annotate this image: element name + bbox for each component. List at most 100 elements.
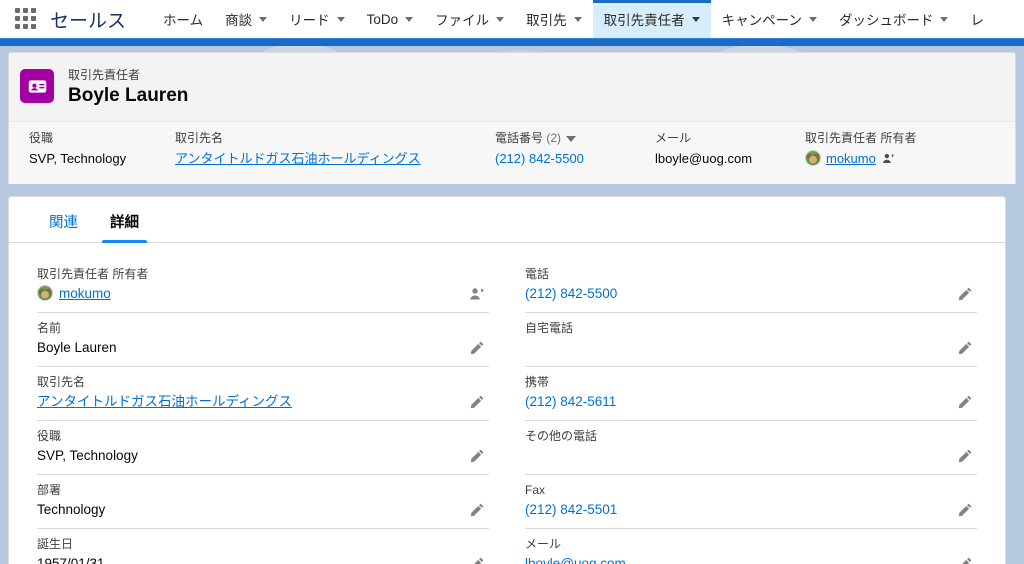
avatar [37,285,53,301]
tab-related[interactable]: 関連 [33,214,94,242]
edit-pencil-icon[interactable] [469,556,487,564]
nav-item-label: 商談 [225,13,253,28]
highlight-field-1: 取引先名アンタイトルドガス石油ホールディングス [175,130,495,183]
detail-field-row: 名前 Boyle Lauren [37,313,489,367]
detail-field-row: 電話 (212) 842-5500 [525,259,977,313]
detail-field-label: 電話 [525,267,550,281]
record-object-label: 取引先責任者 [68,68,141,82]
detail-field-label: Fax [525,483,546,497]
detail-field-label: メール [525,537,562,551]
detail-field-label: 携帯 [525,375,550,389]
chevron-down-icon[interactable] [573,16,582,22]
highlight-value-link[interactable]: (212) 842-5500 [495,151,584,166]
nav-item-label: キャンペーン [721,13,802,28]
nav-item-1[interactable]: 商談 [214,0,278,38]
nav-item-4[interactable]: ファイル [424,0,515,38]
detail-field-value[interactable]: (212) 842-5500 [525,283,943,305]
highlight-field-label: 取引先名 [175,130,495,146]
detail-value-link[interactable]: アンタイトルドガス石油ホールディングス [37,394,292,409]
detail-field-label: 取引先責任者 所有者 [37,267,149,281]
chevron-down-icon[interactable] [496,16,505,22]
tab-detail[interactable]: 詳細 [94,214,155,243]
highlight-field-value[interactable]: mokumo [805,149,1005,170]
highlight-field-2: 電話番号 (2) (212) 842-5500 [495,130,655,183]
global-navigation-bar: セールス ホーム 商談 リード ToDo ファイル 取引先 取引先責任者 キャンペーン ダッシュ… [0,0,1024,38]
edit-pencil-icon[interactable] [957,340,975,358]
highlight-field-label: 取引先責任者 所有者 [805,130,1005,146]
chevron-down-icon[interactable] [259,16,268,22]
chevron-down-icon[interactable] [405,16,414,22]
label-text: メール [655,131,692,145]
detail-value-link[interactable]: (212) 842-5500 [525,286,617,301]
nav-item-label: ホーム [163,13,204,28]
app-launcher-icon[interactable] [12,8,40,30]
chevron-down-icon[interactable] [940,16,949,22]
highlight-field-value: SVP, Technology [29,151,127,166]
edit-pencil-icon[interactable] [957,556,975,564]
edit-pencil-icon[interactable] [469,340,487,358]
detail-field-value: 1957/01/31 [37,556,105,564]
nav-item-label: ダッシュボード [838,13,934,28]
edit-pencil-icon[interactable] [957,448,975,466]
highlight-field-4: 取引先責任者 所有者 mokumo [805,130,1005,183]
nav-item-3[interactable]: ToDo [356,0,425,38]
highlight-field-label: 役職 [29,130,175,146]
highlight-field-0: 役職 SVP, Technology [29,130,175,183]
nav-item-8[interactable]: ダッシュボード [828,0,960,38]
detail-field-row: 取引先責任者 所有者 mokumo [37,259,489,313]
detail-field-value[interactable]: (212) 842-5501 [525,499,943,521]
nav-item-6[interactable]: 取引先責任者 [592,0,711,38]
nav-item-2[interactable]: リード [278,0,356,38]
app-name[interactable]: セールス [50,6,126,33]
detail-right-column: 電話 (212) 842-5500 自宅電話携帯 (212) 842-5611 その他の… [507,259,995,564]
detail-field-value[interactable]: mokumo [37,283,455,305]
nav-item-0[interactable]: ホーム [152,0,214,38]
nav-item-label: ファイル [435,13,490,28]
nav-item-7[interactable]: キャンペーン [711,0,828,38]
highlight-field-value[interactable]: (212) 842-5500 [495,149,655,168]
edit-pencil-icon[interactable] [469,448,487,466]
detail-field-value[interactable]: lboyle@uog.com [525,553,943,564]
detail-field-label: 自宅電話 [525,321,574,335]
edit-pencil-icon[interactable] [469,502,487,520]
detail-field-label: 取引先名 [37,375,86,389]
detail-field-label: 役職 [37,429,62,443]
nav-item-5[interactable]: 取引先 [515,0,593,38]
highlight-value-link[interactable]: アンタイトルドガス石油ホールディングス [175,151,421,166]
highlight-field-value[interactable]: アンタイトルドガス石油ホールディングス [175,149,495,168]
detail-value-link[interactable]: (212) 842-5611 [525,394,616,409]
chevron-down-icon[interactable] [808,16,817,22]
detail-value-link[interactable]: lboyle@uog.com [525,556,626,564]
phone-dropdown-icon[interactable] [566,135,577,142]
edit-pencil-icon[interactable] [957,286,975,304]
record-detail-card: 関連 詳細 取引先責任者 所有者 mokumo 名前 Boyle Lauren 取引先名ア… [8,196,1006,564]
label-text: 取引先責任者 所有者 [805,131,917,145]
detail-field-row: Fax (212) 842-5501 [525,475,977,529]
detail-field-row: メール lboyle@uog.com [525,529,977,564]
record-name: Boyle Lauren [68,85,189,106]
nav-item-label: レ [970,13,984,28]
nav-item-9[interactable]: レ [959,0,995,38]
label-text: 役職 [29,131,54,145]
highlight-field-label: メール [655,130,805,146]
nav-accent-band [0,38,1024,46]
detail-left-column: 取引先責任者 所有者 mokumo 名前 Boyle Lauren 取引先名アンタイトル… [19,259,507,564]
chevron-down-icon[interactable] [336,16,345,22]
owner-link[interactable]: mokumo [826,151,876,166]
detail-field-value[interactable]: アンタイトルドガス石油ホールディングス [37,391,455,413]
detail-field-value[interactable]: (212) 842-5611 [525,391,943,413]
detail-value-link[interactable]: (212) 842-5501 [525,502,617,517]
chevron-down-icon[interactable] [691,16,700,22]
nav-item-label: ToDo [366,11,399,27]
edit-pencil-icon[interactable] [957,394,975,412]
change-owner-icon[interactable] [469,286,487,304]
detail-field-row: その他の電話 [525,421,977,475]
change-owner-icon[interactable] [882,153,895,168]
edit-pencil-icon[interactable] [957,502,975,520]
edit-pencil-icon[interactable] [469,394,487,412]
detail-field-row: 携帯 (212) 842-5611 [525,367,977,421]
highlight-field-value: lboyle@uog.com [655,151,753,166]
detail-field-label: その他の電話 [525,429,598,443]
contact-card-icon [20,69,54,103]
owner-link[interactable]: mokumo [59,286,111,301]
